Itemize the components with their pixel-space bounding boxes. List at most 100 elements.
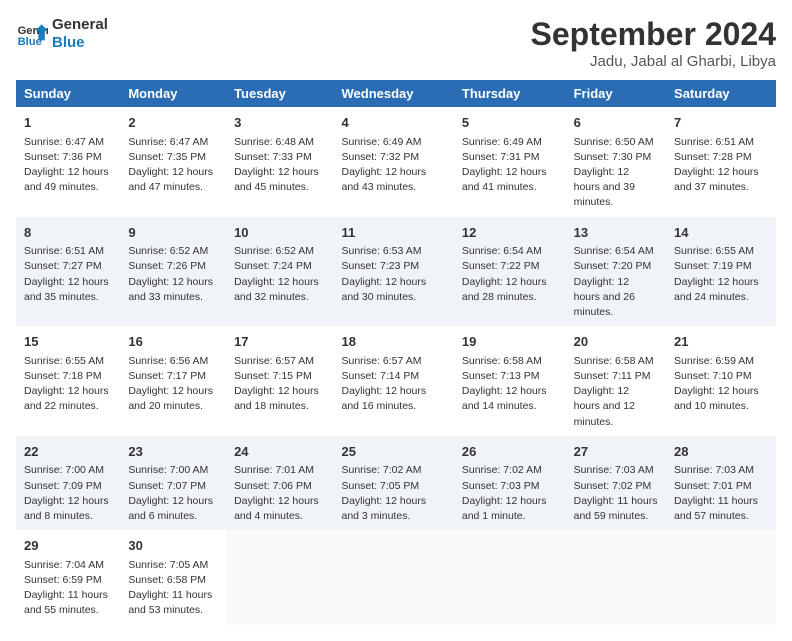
column-header-friday: Friday	[566, 80, 666, 107]
day-info: Sunrise: 6:49 AMSunset: 7:31 PMDaylight:…	[462, 135, 558, 196]
calendar-cell: 17 Sunrise: 6:57 AMSunset: 7:15 PMDaylig…	[226, 326, 333, 436]
day-info: Sunrise: 6:53 AMSunset: 7:23 PMDaylight:…	[341, 244, 445, 305]
day-number: 5	[462, 113, 558, 133]
week-row-5: 29 Sunrise: 7:04 AMSunset: 6:59 PMDaylig…	[16, 530, 776, 624]
week-row-3: 15 Sunrise: 6:55 AMSunset: 7:18 PMDaylig…	[16, 326, 776, 436]
day-number: 12	[462, 223, 558, 243]
calendar-cell: 29 Sunrise: 7:04 AMSunset: 6:59 PMDaylig…	[16, 530, 120, 624]
day-number: 16	[128, 332, 218, 352]
calendar-cell: 5 Sunrise: 6:49 AMSunset: 7:31 PMDayligh…	[454, 107, 566, 217]
day-info: Sunrise: 6:47 AMSunset: 7:36 PMDaylight:…	[24, 135, 112, 196]
day-number: 22	[24, 442, 112, 462]
calendar-cell: 20 Sunrise: 6:58 AMSunset: 7:11 PMDaylig…	[566, 326, 666, 436]
calendar-cell: 13 Sunrise: 6:54 AMSunset: 7:20 PMDaylig…	[566, 217, 666, 327]
calendar-cell	[666, 530, 776, 624]
day-info: Sunrise: 6:54 AMSunset: 7:20 PMDaylight:…	[574, 244, 658, 320]
day-info: Sunrise: 6:57 AMSunset: 7:15 PMDaylight:…	[234, 354, 325, 415]
calendar-cell: 16 Sunrise: 6:56 AMSunset: 7:17 PMDaylig…	[120, 326, 226, 436]
day-info: Sunrise: 7:03 AMSunset: 7:02 PMDaylight:…	[574, 463, 658, 524]
logo-icon: General Blue	[16, 18, 48, 50]
calendar-table: SundayMondayTuesdayWednesdayThursdayFrid…	[16, 80, 776, 625]
page-title: September 2024	[531, 16, 776, 53]
logo-blue: Blue	[52, 34, 108, 52]
day-number: 17	[234, 332, 325, 352]
calendar-cell: 7 Sunrise: 6:51 AMSunset: 7:28 PMDayligh…	[666, 107, 776, 217]
day-number: 1	[24, 113, 112, 133]
day-info: Sunrise: 7:03 AMSunset: 7:01 PMDaylight:…	[674, 463, 768, 524]
day-number: 7	[674, 113, 768, 133]
day-number: 3	[234, 113, 325, 133]
day-info: Sunrise: 6:47 AMSunset: 7:35 PMDaylight:…	[128, 135, 218, 196]
day-number: 4	[341, 113, 445, 133]
day-info: Sunrise: 7:01 AMSunset: 7:06 PMDaylight:…	[234, 463, 325, 524]
calendar-cell: 24 Sunrise: 7:01 AMSunset: 7:06 PMDaylig…	[226, 436, 333, 530]
day-info: Sunrise: 6:51 AMSunset: 7:27 PMDaylight:…	[24, 244, 112, 305]
column-header-sunday: Sunday	[16, 80, 120, 107]
calendar-cell: 27 Sunrise: 7:03 AMSunset: 7:02 PMDaylig…	[566, 436, 666, 530]
day-number: 9	[128, 223, 218, 243]
day-info: Sunrise: 6:51 AMSunset: 7:28 PMDaylight:…	[674, 135, 768, 196]
column-header-saturday: Saturday	[666, 80, 776, 107]
day-info: Sunrise: 6:49 AMSunset: 7:32 PMDaylight:…	[341, 135, 445, 196]
calendar-cell: 12 Sunrise: 6:54 AMSunset: 7:22 PMDaylig…	[454, 217, 566, 327]
page-header: General Blue General Blue September 2024…	[16, 16, 776, 70]
calendar-cell: 22 Sunrise: 7:00 AMSunset: 7:09 PMDaylig…	[16, 436, 120, 530]
calendar-cell: 25 Sunrise: 7:02 AMSunset: 7:05 PMDaylig…	[333, 436, 453, 530]
day-number: 14	[674, 223, 768, 243]
day-number: 2	[128, 113, 218, 133]
day-info: Sunrise: 7:05 AMSunset: 6:58 PMDaylight:…	[128, 558, 218, 619]
day-number: 23	[128, 442, 218, 462]
week-row-2: 8 Sunrise: 6:51 AMSunset: 7:27 PMDayligh…	[16, 217, 776, 327]
day-number: 11	[341, 223, 445, 243]
calendar-cell: 9 Sunrise: 6:52 AMSunset: 7:26 PMDayligh…	[120, 217, 226, 327]
calendar-cell	[333, 530, 453, 624]
day-info: Sunrise: 6:58 AMSunset: 7:13 PMDaylight:…	[462, 354, 558, 415]
calendar-cell: 26 Sunrise: 7:02 AMSunset: 7:03 PMDaylig…	[454, 436, 566, 530]
calendar-cell: 30 Sunrise: 7:05 AMSunset: 6:58 PMDaylig…	[120, 530, 226, 624]
calendar-cell: 8 Sunrise: 6:51 AMSunset: 7:27 PMDayligh…	[16, 217, 120, 327]
day-info: Sunrise: 6:52 AMSunset: 7:24 PMDaylight:…	[234, 244, 325, 305]
day-number: 19	[462, 332, 558, 352]
day-info: Sunrise: 7:02 AMSunset: 7:05 PMDaylight:…	[341, 463, 445, 524]
day-number: 27	[574, 442, 658, 462]
calendar-cell: 11 Sunrise: 6:53 AMSunset: 7:23 PMDaylig…	[333, 217, 453, 327]
day-number: 21	[674, 332, 768, 352]
day-number: 29	[24, 536, 112, 556]
day-info: Sunrise: 6:58 AMSunset: 7:11 PMDaylight:…	[574, 354, 658, 430]
calendar-cell: 15 Sunrise: 6:55 AMSunset: 7:18 PMDaylig…	[16, 326, 120, 436]
day-number: 10	[234, 223, 325, 243]
svg-text:Blue: Blue	[18, 36, 42, 48]
logo: General Blue General Blue	[16, 16, 108, 52]
day-number: 24	[234, 442, 325, 462]
calendar-cell	[454, 530, 566, 624]
day-number: 20	[574, 332, 658, 352]
calendar-cell: 3 Sunrise: 6:48 AMSunset: 7:33 PMDayligh…	[226, 107, 333, 217]
day-number: 6	[574, 113, 658, 133]
day-info: Sunrise: 7:04 AMSunset: 6:59 PMDaylight:…	[24, 558, 112, 619]
day-info: Sunrise: 7:02 AMSunset: 7:03 PMDaylight:…	[462, 463, 558, 524]
calendar-header-row: SundayMondayTuesdayWednesdayThursdayFrid…	[16, 80, 776, 107]
week-row-4: 22 Sunrise: 7:00 AMSunset: 7:09 PMDaylig…	[16, 436, 776, 530]
calendar-cell	[226, 530, 333, 624]
calendar-cell: 28 Sunrise: 7:03 AMSunset: 7:01 PMDaylig…	[666, 436, 776, 530]
calendar-cell: 2 Sunrise: 6:47 AMSunset: 7:35 PMDayligh…	[120, 107, 226, 217]
calendar-cell: 4 Sunrise: 6:49 AMSunset: 7:32 PMDayligh…	[333, 107, 453, 217]
day-number: 15	[24, 332, 112, 352]
day-number: 26	[462, 442, 558, 462]
day-number: 13	[574, 223, 658, 243]
page-subtitle: Jadu, Jabal al Gharbi, Libya	[531, 53, 776, 70]
title-block: September 2024 Jadu, Jabal al Gharbi, Li…	[531, 16, 776, 70]
calendar-cell	[566, 530, 666, 624]
day-info: Sunrise: 6:59 AMSunset: 7:10 PMDaylight:…	[674, 354, 768, 415]
calendar-cell: 23 Sunrise: 7:00 AMSunset: 7:07 PMDaylig…	[120, 436, 226, 530]
column-header-wednesday: Wednesday	[333, 80, 453, 107]
column-header-monday: Monday	[120, 80, 226, 107]
day-info: Sunrise: 6:48 AMSunset: 7:33 PMDaylight:…	[234, 135, 325, 196]
calendar-cell: 21 Sunrise: 6:59 AMSunset: 7:10 PMDaylig…	[666, 326, 776, 436]
calendar-cell: 6 Sunrise: 6:50 AMSunset: 7:30 PMDayligh…	[566, 107, 666, 217]
week-row-1: 1 Sunrise: 6:47 AMSunset: 7:36 PMDayligh…	[16, 107, 776, 217]
calendar-cell: 1 Sunrise: 6:47 AMSunset: 7:36 PMDayligh…	[16, 107, 120, 217]
calendar-cell: 19 Sunrise: 6:58 AMSunset: 7:13 PMDaylig…	[454, 326, 566, 436]
column-header-tuesday: Tuesday	[226, 80, 333, 107]
day-number: 28	[674, 442, 768, 462]
